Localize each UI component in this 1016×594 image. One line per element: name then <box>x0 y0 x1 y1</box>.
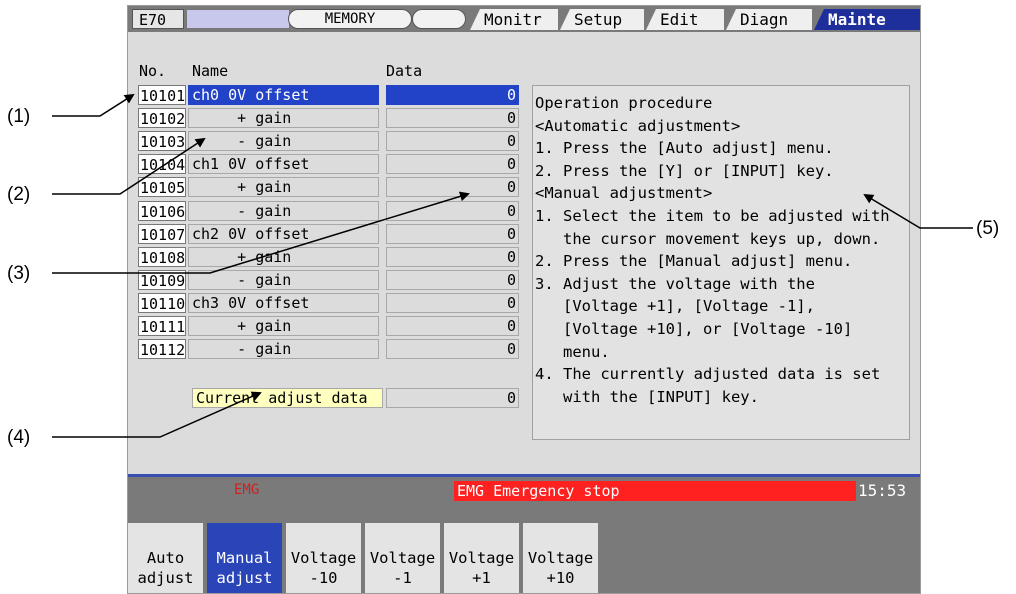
function-key-button[interactable]: Manual adjust <box>207 523 284 593</box>
parameter-number: 10101 <box>138 85 186 105</box>
function-key-label-line1: Voltage <box>527 549 594 567</box>
parameter-name: - gain <box>188 269 379 290</box>
parameter-value[interactable]: 0 <box>386 200 519 221</box>
procedure-line: [Voltage +10], or [Voltage -10] <box>535 319 853 338</box>
procedure-line: menu. <box>535 342 610 361</box>
cnc-screen: E70 MEMORY Monitr Setup Edit Diagn Maint… <box>127 5 921 594</box>
function-key-label-line2: -1 <box>393 569 412 587</box>
alarm-message: EMG Emergency stop <box>454 481 856 501</box>
mode-indicator-lead <box>186 9 290 29</box>
function-key-label-line2: adjust <box>216 569 273 587</box>
function-key-label-line1: Auto <box>146 549 185 567</box>
parameter-number: 10102 <box>138 108 186 129</box>
current-adjust-value: 0 <box>386 388 519 408</box>
parameter-number: 10103 <box>138 131 186 152</box>
function-key-label-line2: +10 <box>546 569 575 587</box>
parameter-name: + gain <box>188 246 379 267</box>
procedure-line: [Voltage +1], [Voltage -1], <box>535 297 815 316</box>
procedure-line: with the [INPUT] key. <box>535 387 759 406</box>
function-key-button[interactable]: Auto adjust <box>128 523 205 593</box>
parameter-number: 10106 <box>138 200 186 221</box>
parameter-name: ch0 0V offset <box>188 85 379 105</box>
clock: 15:53 <box>858 481 907 500</box>
parameter-name: - gain <box>188 200 379 221</box>
function-key-label-line1: Manual <box>216 549 273 567</box>
parameter-number: 10105 <box>138 177 186 198</box>
procedure-line: 4. The currently adjusted data is set <box>535 365 881 384</box>
parameter-number: 10111 <box>138 316 186 336</box>
current-adjust-label: Current adjust data <box>192 388 383 408</box>
callout-1: (1) <box>7 106 31 127</box>
parameter-number: 10110 <box>138 292 186 313</box>
parameter-value[interactable]: 0 <box>386 154 519 175</box>
parameter-value[interactable]: 0 <box>386 339 519 360</box>
leader-line-1 <box>52 93 135 117</box>
tab-monitr[interactable]: Monitr <box>470 9 558 30</box>
tab-diagn[interactable]: Diagn <box>726 9 812 30</box>
callout-2: (2) <box>7 184 31 205</box>
function-key-label-line1: Voltage <box>448 549 515 567</box>
status-bar: EMG EMG Emergency stop 15:53 <box>128 477 920 523</box>
parameter-value[interactable]: 0 <box>386 223 519 244</box>
procedure-line: <Automatic adjustment> <box>535 116 741 135</box>
function-key-label-line1: Voltage <box>290 549 357 567</box>
top-bar: E70 MEMORY Monitr Setup Edit Diagn Maint… <box>128 6 920 32</box>
callout-3: (3) <box>7 263 31 284</box>
parameter-number: 10112 <box>138 339 186 360</box>
parameter-number: 10108 <box>138 246 186 267</box>
parameter-number: 10109 <box>138 269 186 290</box>
operation-procedure-panel: Operation procedure <Automatic adjustment… <box>532 85 910 440</box>
procedure-line: 3. Adjust the voltage with the <box>535 274 815 293</box>
column-header-no: No. <box>139 62 167 80</box>
system-label: E70 <box>132 9 184 29</box>
parameter-value[interactable]: 0 <box>386 292 519 313</box>
column-header-data: Data <box>386 62 423 80</box>
function-key-button[interactable]: Voltage -1 <box>365 523 442 593</box>
function-key-label-line2: +1 <box>472 569 491 587</box>
parameter-name: ch1 0V offset <box>188 154 379 175</box>
procedure-line: 2. Press the [Y] or [INPUT] key. <box>535 161 834 180</box>
parameter-name: - gain <box>188 339 379 360</box>
parameter-name: ch3 0V offset <box>188 292 379 313</box>
parameter-name: + gain <box>188 316 379 336</box>
function-key-button[interactable]: Voltage +1 <box>444 523 521 593</box>
column-header-name: Name <box>192 62 229 80</box>
parameter-number: 10104 <box>138 154 186 175</box>
mode-indicator: MEMORY <box>288 9 412 29</box>
callout-4: (4) <box>7 427 31 448</box>
function-key-button[interactable]: Voltage -10 <box>286 523 363 593</box>
parameter-name: - gain <box>188 131 379 152</box>
mode-indicator-secondary <box>412 9 466 29</box>
procedure-line: the cursor movement keys up, down. <box>535 229 881 248</box>
parameter-value[interactable]: 0 <box>386 85 519 105</box>
function-key-label-line2: adjust <box>137 569 194 587</box>
parameter-name: + gain <box>188 108 379 129</box>
parameter-name: ch2 0V offset <box>188 223 379 244</box>
callout-5: (5) <box>976 218 1000 239</box>
parameter-value[interactable]: 0 <box>386 316 519 336</box>
procedure-line: 1. Select the item to be adjusted with <box>535 206 890 225</box>
emg-indicator: EMG <box>234 482 260 498</box>
parameter-value[interactable]: 0 <box>386 246 519 267</box>
tab-mainte[interactable]: Mainte <box>814 9 920 30</box>
function-key-bar: Auto adjust Manual adjust Voltage -10 Voltage -… <box>128 523 920 593</box>
procedure-line: 1. Press the [Auto adjust] menu. <box>535 139 834 158</box>
parameter-name: + gain <box>188 177 379 198</box>
function-key-label-line1: Voltage <box>369 549 436 567</box>
procedure-line: 2. Press the [Manual adjust] menu. <box>535 252 853 271</box>
parameter-value[interactable]: 0 <box>386 177 519 198</box>
procedure-line: <Manual adjustment> <box>535 184 713 203</box>
parameter-number: 10107 <box>138 223 186 244</box>
tab-setup[interactable]: Setup <box>560 9 644 30</box>
tab-edit[interactable]: Edit <box>646 9 724 30</box>
parameter-value[interactable]: 0 <box>386 108 519 129</box>
parameter-value[interactable]: 0 <box>386 269 519 290</box>
function-key-label-line2: -10 <box>309 569 338 587</box>
procedure-line: Operation procedure <box>535 94 713 112</box>
parameter-value[interactable]: 0 <box>386 131 519 152</box>
function-key-button[interactable]: Voltage +10 <box>523 523 600 593</box>
